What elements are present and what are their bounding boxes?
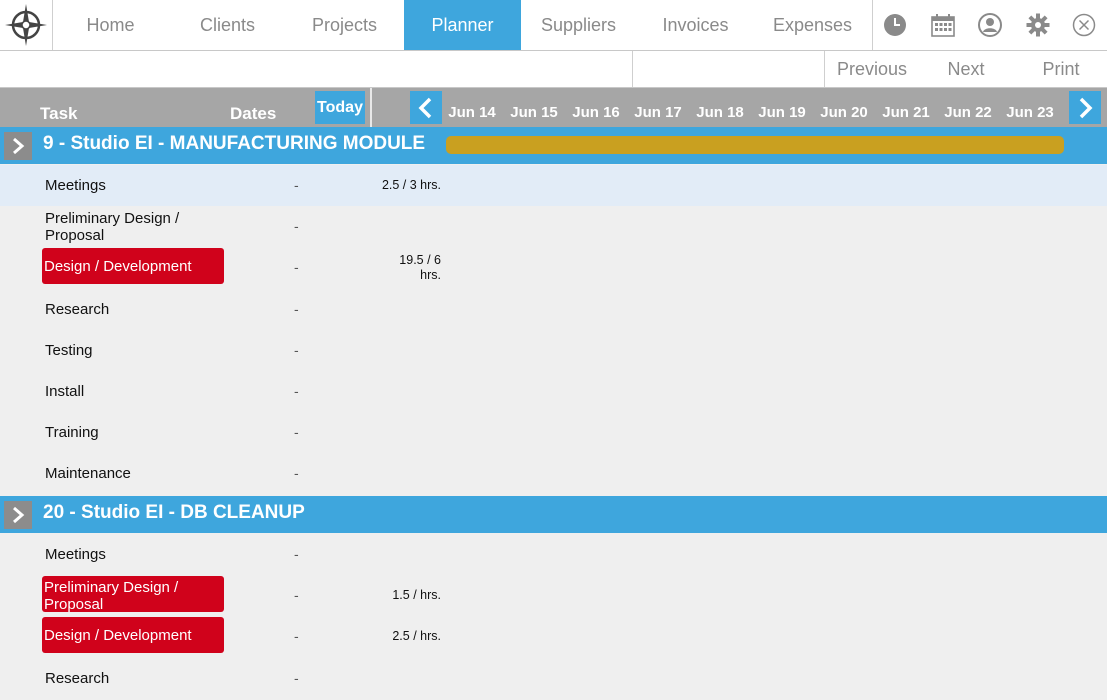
header-divider [370, 88, 372, 128]
dates-column-header: Dates [230, 104, 277, 123]
task-name: Meetings [45, 177, 106, 194]
task-row[interactable]: Research - [0, 658, 1107, 699]
chevron-left-icon[interactable] [410, 91, 442, 124]
day-column-header: Jun 21 [882, 104, 930, 121]
task-hours: 2.5 / hrs. [392, 629, 441, 644]
chevron-right-icon[interactable] [1069, 91, 1101, 124]
project-title[interactable]: 20 - Studio EI - DB CLEANUP [43, 502, 305, 524]
nav-invoices[interactable]: Invoices [637, 0, 754, 50]
task-row[interactable]: Install - [0, 371, 1107, 412]
task-hours: 19.5 / 6 hrs. [399, 253, 441, 283]
next-button[interactable]: Next [935, 51, 997, 87]
calendar-icon[interactable] [930, 12, 956, 38]
task-dates: - [294, 424, 299, 441]
task-name: Research [45, 669, 110, 687]
nav-divider [872, 0, 873, 50]
task-row[interactable]: Meetings - 2.5 / 3 hrs. [0, 165, 1107, 206]
grid-header: Task Dates Today Jun 14 Jun 15 Jun 16 Jun 1… [0, 88, 1107, 128]
day-column-header: Jun 22 [944, 104, 992, 121]
task-flag-red[interactable]: Design / Development [42, 248, 224, 285]
task-flag-red[interactable]: Preliminary Design / Proposal [42, 576, 224, 614]
project-title[interactable]: 9 - Studio EI - MANUFACTURING MODULE [43, 133, 425, 155]
task-name: Preliminary Design / Proposal [44, 579, 179, 614]
task-row[interactable]: Preliminary Design / Proposal - 1.5 / hrs. [0, 575, 1107, 616]
task-dates: - [294, 341, 299, 358]
project-row: 20 - Studio EI - DB CLEANUP [0, 496, 1107, 533]
task-row[interactable]: Training - [0, 412, 1107, 453]
nav-expenses[interactable]: Expenses [754, 0, 871, 50]
expand-chevron-icon[interactable] [4, 501, 32, 529]
day-column-header: Jun 16 [572, 104, 620, 121]
task-dates: - [294, 383, 299, 399]
project-row: 9 - Studio EI - MANUFACTURING MODULE [0, 127, 1107, 164]
task-column-header: Task [40, 104, 78, 123]
task-row[interactable]: Design / Development - 2.5 / hrs. [0, 616, 1107, 657]
task-dates: - [294, 628, 299, 645]
planner-toolbar: Previous Next Print [0, 51, 1107, 88]
task-hours: 1.5 / hrs. [392, 588, 441, 603]
task-row[interactable]: Testing - [0, 330, 1107, 371]
task-row[interactable]: Design / Development - 19.5 / 6 hrs. [0, 247, 1107, 288]
print-button[interactable]: Print [1030, 51, 1092, 87]
task-dates: - [294, 587, 299, 604]
compass-logo-icon[interactable] [0, 0, 53, 50]
task-dates: - [294, 669, 299, 686]
nav-projects[interactable]: Projects [286, 0, 403, 50]
day-column-header: Jun 19 [758, 104, 806, 121]
task-name: Design / Development [44, 627, 192, 645]
task-row[interactable]: Preliminary Design / Proposal - [0, 206, 1107, 247]
day-column-header: Jun 23 [1006, 104, 1054, 121]
task-name: Design / Development [44, 258, 192, 276]
task-name: Preliminary Design / Proposal [45, 210, 180, 245]
task-name: Install [45, 383, 85, 400]
user-icon[interactable] [977, 12, 1003, 38]
gear-icon[interactable] [1025, 12, 1051, 38]
task-hours: 2.5 / 3 hrs. [381, 178, 441, 192]
clock-icon[interactable] [882, 12, 908, 38]
task-name: Testing [45, 341, 93, 359]
day-column-header: Jun 15 [510, 104, 558, 121]
task-dates: - [294, 546, 299, 562]
toolbar-divider [824, 51, 825, 87]
today-button[interactable]: Today [315, 91, 365, 124]
task-name: Meetings [45, 546, 106, 563]
expand-chevron-icon[interactable] [4, 132, 32, 160]
task-row[interactable]: Research - [0, 289, 1107, 330]
task-dates: - [294, 259, 299, 276]
nav-suppliers[interactable]: Suppliers [520, 0, 637, 50]
task-name: Research [45, 300, 110, 318]
task-name: Training [45, 424, 99, 442]
task-dates: - [294, 300, 299, 317]
top-nav: Home Clients Projects Planner Suppliers … [0, 0, 1107, 51]
day-column-header: Jun 17 [634, 104, 682, 121]
task-row[interactable]: Meetings - [0, 534, 1107, 575]
task-dates: - [294, 177, 299, 193]
toolbar-divider [632, 51, 633, 87]
day-column-header: Jun 20 [820, 104, 868, 121]
nav-clients[interactable]: Clients [169, 0, 286, 50]
day-column-header: Jun 14 [448, 104, 496, 121]
task-dates: - [294, 465, 299, 482]
task-dates: - [294, 218, 299, 235]
task-row[interactable]: Maintenance - [0, 453, 1107, 494]
task-flag-red[interactable]: Design / Development [42, 617, 224, 654]
project-schedule-bar[interactable] [446, 136, 1064, 154]
task-name: Maintenance [45, 465, 131, 483]
nav-home[interactable]: Home [52, 0, 169, 50]
previous-button[interactable]: Previous [832, 51, 912, 87]
nav-planner[interactable]: Planner [404, 0, 521, 50]
day-column-header: Jun 18 [696, 104, 744, 121]
close-icon[interactable] [1071, 12, 1097, 38]
